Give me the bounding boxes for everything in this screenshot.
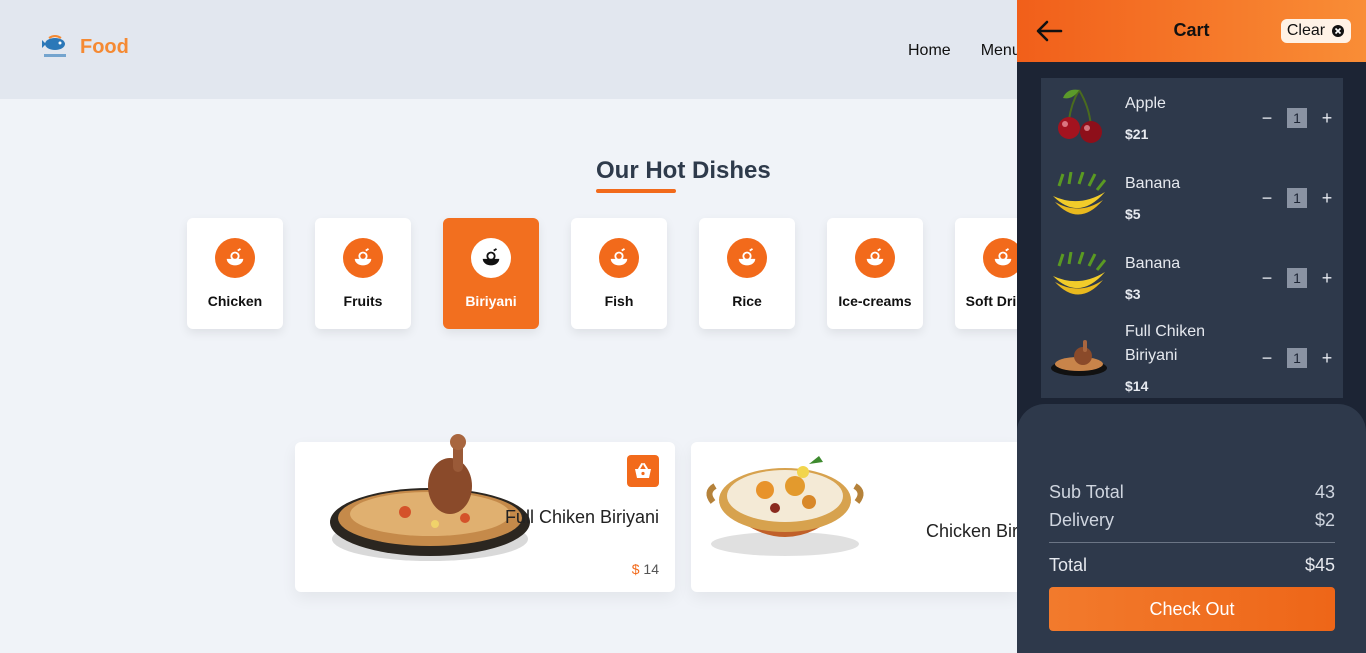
delivery-label: Delivery [1049,510,1115,530]
dish-icon [471,238,511,278]
quantity-stepper: − 1 + [1257,267,1337,289]
cherry-icon [1058,89,1102,143]
cart-summary: Sub Total 43 Delivery $2 Total $45 Check… [1017,404,1366,653]
quantity-stepper: − 1 + [1257,107,1337,129]
logo[interactable]: Food [40,32,129,62]
item-price: $14 [1125,378,1149,394]
cart-item: Apple $21 − 1 + [1041,78,1343,158]
decrease-button[interactable]: − [1257,348,1277,369]
item-price: $3 [1125,286,1141,302]
quantity-value: 1 [1287,348,1307,368]
category-label: Chicken [207,293,263,309]
cart-item: Banana $3 − 1 + [1041,238,1343,318]
cart-header: Cart Clear [1017,0,1366,62]
dish-name: Full Chiken Biriyani [504,507,659,527]
dish-price: $ 14 [632,561,659,577]
dish-icon [727,238,767,278]
quantity-value: 1 [1287,268,1307,288]
section-title: Our Hot Dishes [596,157,771,184]
category-fruits[interactable]: Fruits [315,218,411,329]
increase-button[interactable]: + [1317,188,1337,209]
subtotal-value: 43 [1314,482,1335,502]
category-chicken[interactable]: Chicken [187,218,283,329]
subtotal-label: Sub Total [1049,482,1124,502]
cart-item: Banana $5 − 1 + [1041,158,1343,238]
title-underline [596,189,676,193]
category-fish[interactable]: Fish [571,218,667,329]
item-name: Banana [1125,255,1181,272]
dish-card: Chicken Biriyani [691,442,1055,592]
delivery-row: Delivery $2 [1049,510,1335,531]
nav-home[interactable]: Home [908,42,951,60]
clear-icon [1332,25,1345,37]
main-nav: Home Menu [908,42,1021,60]
quantity-value: 1 [1287,188,1307,208]
category-label: Ice-creams [838,293,912,309]
add-to-cart-button[interactable] [627,455,659,487]
clear-label: Clear [1286,22,1326,39]
increase-button[interactable]: + [1317,348,1337,369]
delivery-value: $2 [1314,510,1335,530]
logo-icon [42,35,66,57]
dish-icon [343,238,383,278]
cart-item: Full Chiken Biriyani $14 − 1 + [1041,318,1343,398]
price-value: 14 [643,561,659,577]
dish-icon [599,238,639,278]
biriyani-plate-image [330,434,530,561]
increase-button[interactable]: + [1317,268,1337,289]
category-rice[interactable]: Rice [699,218,795,329]
chicken-biriyani-image [706,456,864,556]
total-row: Total $45 [1049,555,1335,576]
category-label: Rice [732,293,762,309]
item-price: $5 [1125,206,1141,222]
dish-icon [855,238,895,278]
quantity-stepper: − 1 + [1257,347,1337,369]
subtotal-row: Sub Total 43 [1049,482,1335,503]
category-label: Biriyani [465,293,517,309]
price-currency: $ [631,561,640,577]
checkout-button[interactable]: Check Out [1049,587,1335,631]
logo-text: Food [80,35,129,58]
item-price: $21 [1125,126,1149,142]
item-name: Full Chiken Biriyani [1125,323,1206,364]
quantity-value: 1 [1287,108,1307,128]
quantity-stepper: − 1 + [1257,187,1337,209]
total-label: Total [1049,555,1088,575]
item-name: Apple [1125,95,1166,112]
category-biriyani[interactable]: Biriyani [443,218,539,329]
clear-button[interactable]: Clear [1281,19,1351,43]
cart-panel: Cart Clear Apple $21 − 1 + Banana $5 − 1… [1017,0,1366,653]
banana-icon [1053,252,1107,295]
category-ice-creams[interactable]: Ice-creams [827,218,923,329]
summary-divider [1049,542,1335,543]
decrease-button[interactable]: − [1257,268,1277,289]
basket-icon [635,463,651,478]
category-label: Fruits [343,293,383,309]
dish-icon [215,238,255,278]
dish-card: Full Chiken Biriyani $ 14 [295,434,675,592]
total-value: $45 [1304,555,1335,575]
decrease-button[interactable]: − [1257,108,1277,129]
banana-icon [1053,172,1107,215]
decrease-button[interactable]: − [1257,188,1277,209]
nav-menu[interactable]: Menu [981,42,1021,60]
category-label: Fish [604,293,634,309]
biriyani-plate-icon [1051,340,1107,376]
item-name: Banana [1125,175,1181,192]
cart-items-list: Apple $21 − 1 + Banana $5 − 1 + Banana $… [1041,78,1343,398]
increase-button[interactable]: + [1317,108,1337,129]
